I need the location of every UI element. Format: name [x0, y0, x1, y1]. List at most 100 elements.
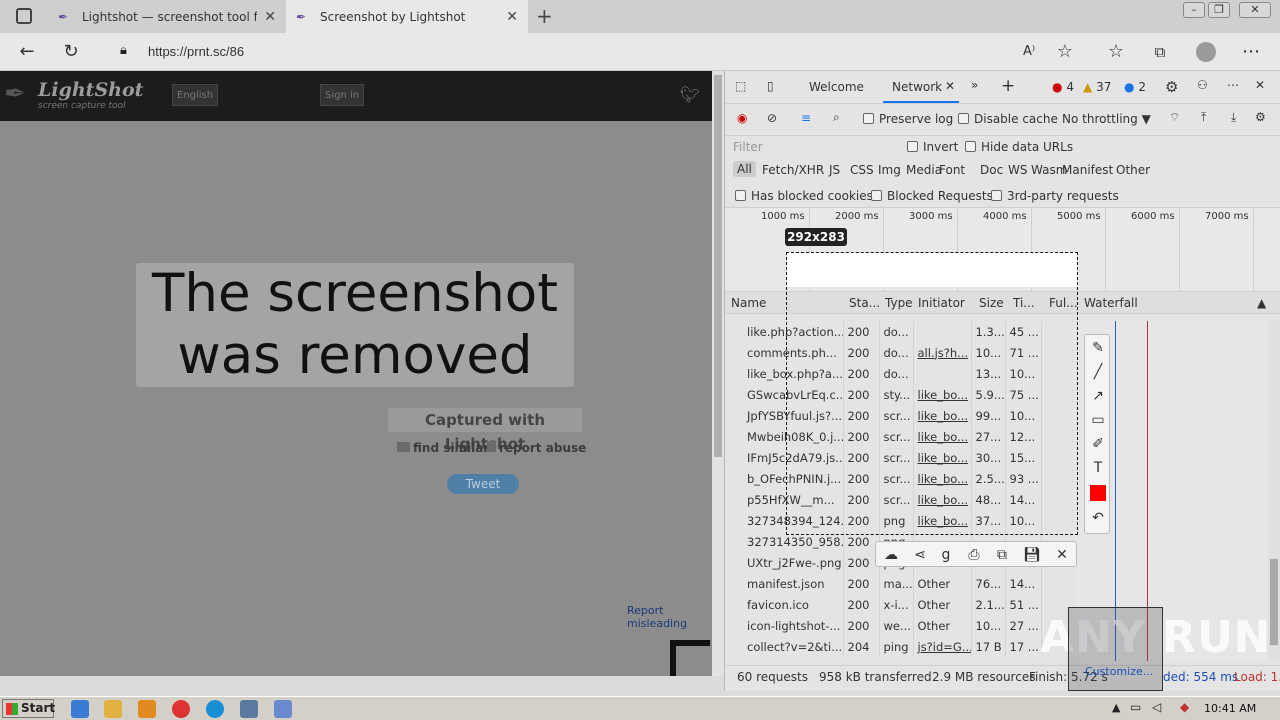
find-similar-link[interactable]: find similar: [397, 441, 489, 455]
close-icon[interactable]: ✕: [264, 9, 276, 25]
collections-icon[interactable]: ⧉: [1149, 41, 1171, 63]
vertical-scrollbar[interactable]: [712, 71, 724, 676]
signin-button[interactable]: Sign in: [320, 84, 365, 106]
invert-checkbox[interactable]: Invert: [907, 140, 958, 154]
network-tray-icon[interactable]: ▭: [1130, 700, 1141, 714]
color-picker-icon[interactable]: [1090, 485, 1106, 501]
chrome-icon[interactable]: [172, 700, 190, 718]
table-row[interactable]: icon-lightshot-... 200 we... Other 10... 27 .…: [725, 615, 1076, 636]
import-har-icon[interactable]: ⤒: [1201, 110, 1206, 125]
column-header-0[interactable]: Name: [731, 296, 766, 310]
explorer-icon[interactable]: [104, 700, 122, 718]
device-toolbar-icon[interactable]: ▯: [767, 79, 774, 93]
print-icon[interactable]: ⎙: [964, 545, 984, 565]
table-scrollbar[interactable]: [1268, 321, 1280, 661]
network-conditions-icon[interactable]: ⌔: [1169, 110, 1180, 125]
google-search-icon[interactable]: g: [936, 545, 956, 565]
close-icon[interactable]: ✕: [945, 79, 955, 93]
third-party-requests-checkbox[interactable]: 3rd-party requests: [991, 189, 1119, 203]
twitter-icon[interactable]: 🐦︎: [680, 85, 700, 104]
rectangle-icon[interactable]: ▭: [1089, 411, 1107, 429]
error-badge[interactable]: ● 4: [1052, 80, 1074, 94]
table-row[interactable]: favicon.ico 200 x-i... Other 2.1... 51 ...: [725, 594, 1076, 615]
hide-data-urls-checkbox[interactable]: Hide data URLs: [965, 140, 1073, 154]
customize-icon[interactable]: ⚇: [1197, 78, 1208, 92]
scrollbar-thumb[interactable]: [714, 75, 722, 457]
upload-cloud-icon[interactable]: ☁: [881, 545, 901, 565]
media-player-icon[interactable]: [138, 700, 156, 718]
edge-icon[interactable]: [206, 700, 224, 718]
table-row[interactable]: manifest.json 200 ma... Other 76... 14...: [725, 573, 1076, 594]
language-select[interactable]: English: [172, 84, 219, 106]
type-filter-media[interactable]: Media: [906, 163, 942, 177]
captured-with-label[interactable]: Captured with Lightshot: [388, 408, 582, 453]
blocked-requests-checkbox[interactable]: Blocked Requests: [871, 189, 993, 203]
tab-welcome[interactable]: Welcome: [809, 80, 864, 94]
customize-popup[interactable]: Customize...: [1068, 607, 1163, 691]
close-devtools-icon[interactable]: ✕: [1255, 78, 1265, 92]
export-har-icon[interactable]: ⤓: [1231, 110, 1236, 125]
settings-gear-icon[interactable]: ⚙: [1165, 78, 1178, 96]
type-filter-font[interactable]: Font: [939, 163, 965, 177]
tab-screenshot[interactable]: ✒ Screenshot by Lightshot ✕: [286, 0, 528, 33]
line-icon[interactable]: ╱: [1089, 363, 1107, 381]
back-arrow-icon[interactable]: ←: [16, 41, 38, 63]
close-icon[interactable]: ✕: [1052, 545, 1072, 565]
info-badge[interactable]: ● 2: [1124, 80, 1146, 94]
preserve-log-checkbox[interactable]: Preserve log: [863, 112, 953, 126]
report-abuse-link[interactable]: report abuse: [487, 441, 586, 455]
table-row[interactable]: collect?v=2&ti... 204 ping js?id=G... 17 B 17…: [725, 636, 1076, 657]
tab-actions-icon[interactable]: [16, 8, 32, 24]
record-icon[interactable]: ◉: [737, 111, 747, 125]
more-menu-icon[interactable]: ⋯: [1240, 41, 1262, 63]
lock-icon[interactable]: 🔒︎: [120, 43, 127, 58]
close-window-button[interactable]: ✕: [1239, 2, 1271, 18]
network-settings-icon[interactable]: ⚙: [1255, 110, 1266, 124]
search-icon[interactable]: ⌕: [833, 110, 840, 125]
warning-badge[interactable]: ▲ 37: [1083, 80, 1111, 94]
filter-icon[interactable]: ≡: [801, 111, 811, 125]
type-filter-other[interactable]: Other: [1116, 163, 1150, 177]
undo-icon[interactable]: ↶: [1089, 509, 1107, 527]
type-filter-doc[interactable]: Doc: [980, 163, 1003, 177]
save-icon[interactable]: 💾︎: [1022, 545, 1042, 565]
type-filter-ws[interactable]: WS: [1008, 163, 1027, 177]
maximize-button[interactable]: ❐: [1208, 2, 1230, 18]
start-button[interactable]: Start: [2, 699, 55, 718]
reload-icon[interactable]: ↻: [60, 41, 82, 63]
text-icon[interactable]: T: [1089, 459, 1107, 477]
clear-icon[interactable]: ⊘: [767, 111, 777, 125]
tab-lightshot-home[interactable]: ✒ Lightshot — screenshot tool for Mac & …: [48, 0, 286, 33]
tray-expand-icon[interactable]: ▲: [1112, 701, 1120, 714]
capture-selection[interactable]: [786, 252, 1078, 535]
read-aloud-icon[interactable]: A⁾: [1018, 41, 1040, 63]
type-filter-manifest[interactable]: Manifest: [1062, 163, 1113, 177]
volume-tray-icon[interactable]: ◁: [1152, 700, 1161, 714]
inspect-icon[interactable]: ⬚: [735, 79, 746, 93]
lightshot-tray-icon[interactable]: [274, 700, 292, 718]
ie-icon[interactable]: [71, 700, 89, 718]
column-header-7[interactable]: Waterfall: [1084, 296, 1138, 310]
favorites-icon[interactable]: ☆: [1105, 41, 1127, 63]
more-menu-icon[interactable]: ⋯: [1227, 78, 1239, 92]
lightshot-logo[interactable]: LightShot: [38, 79, 143, 101]
tab-network[interactable]: Network: [892, 80, 942, 94]
has-blocked-cookies-checkbox[interactable]: Has blocked cookies: [735, 189, 873, 203]
arrow-icon[interactable]: ↗: [1089, 387, 1107, 405]
disable-cache-checkbox[interactable]: Disable cache: [958, 112, 1058, 126]
share-icon[interactable]: ⋖: [910, 545, 930, 565]
add-tab-icon[interactable]: +: [1001, 76, 1015, 96]
minimize-button[interactable]: –: [1183, 2, 1205, 18]
more-tabs-icon[interactable]: »: [971, 78, 978, 92]
type-filter-all[interactable]: All: [733, 161, 756, 177]
type-filter-img[interactable]: Img: [878, 163, 901, 177]
type-filter-js[interactable]: JS: [829, 163, 840, 177]
profile-avatar[interactable]: [1196, 42, 1216, 62]
type-filter-fetch-xhr[interactable]: Fetch/XHR: [762, 163, 824, 177]
tweet-button[interactable]: Tweet: [447, 474, 519, 494]
pen-icon[interactable]: ✎: [1089, 339, 1107, 357]
new-tab-button[interactable]: +: [536, 4, 553, 28]
report-misleading-link[interactable]: Report misleading: [627, 604, 712, 630]
copy-icon[interactable]: ⧉: [992, 545, 1012, 565]
throttling-select[interactable]: No throttling ▼: [1062, 112, 1151, 126]
